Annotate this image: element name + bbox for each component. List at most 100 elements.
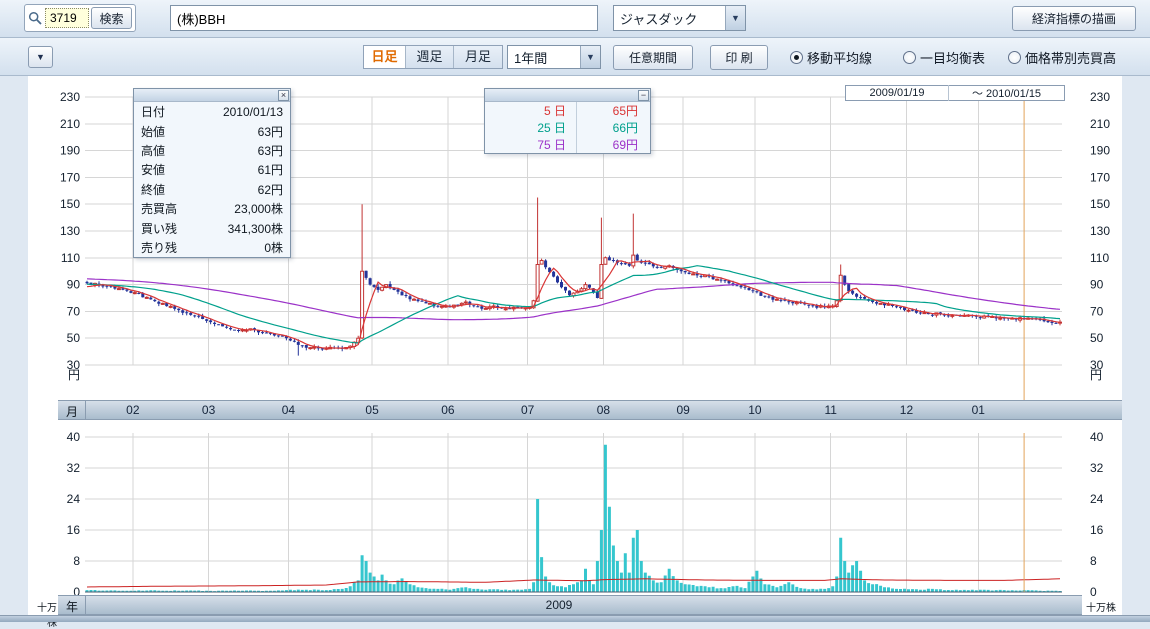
toolbar-chart-options: ▼ 日足 週足 月足 1年間 ▼ 任意期間 印 刷 移動平均線 一目均衡表 価格… (0, 38, 1150, 76)
custom-period-button[interactable]: 任意期間 (613, 45, 693, 70)
svg-text:16: 16 (1090, 523, 1104, 537)
dropdown-arrow-button[interactable]: ▼ (28, 46, 53, 68)
radio-moving-average[interactable]: 移動平均線 (790, 48, 872, 67)
quote-tooltip: × 日付2010/01/13始値63円高値63円安値61円終値62円売買高23,… (133, 88, 291, 258)
svg-text:70: 70 (67, 304, 81, 318)
svg-text:50: 50 (67, 331, 81, 345)
legend-row: 75 日69円 (485, 136, 650, 153)
tab-monthly[interactable]: 月足 (454, 46, 502, 68)
svg-text:110: 110 (1090, 251, 1109, 265)
tooltip-row: 売り残0株 (134, 238, 290, 257)
radio-label: 価格帯別売買高 (1025, 48, 1116, 67)
quote-tooltip-header[interactable]: × (134, 89, 290, 102)
economic-indicator-button[interactable]: 経済指標の描画 (1012, 6, 1136, 31)
tooltip-row: 売買高 23,000株 (134, 199, 290, 218)
ma-legend-header[interactable]: − (485, 89, 650, 102)
svg-text:130: 130 (1090, 224, 1110, 238)
legend-row-value: 66円 (577, 119, 650, 136)
tooltip-row-label: 終値 (141, 181, 165, 198)
month-tick-label: 11 (824, 403, 836, 417)
svg-text:24: 24 (1090, 492, 1104, 506)
timeframe-tab-group: 日足 週足 月足 (363, 45, 503, 69)
print-button[interactable]: 印 刷 (710, 45, 768, 70)
tooltip-row-label: 始値 (141, 123, 165, 140)
legend-row-value: 65円 (577, 102, 650, 119)
year-axis-head: 年 (66, 598, 78, 615)
radio-circle-icon (903, 51, 916, 64)
svg-text:230: 230 (1090, 90, 1110, 104)
month-tick-label: 10 (748, 403, 761, 417)
svg-text:130: 130 (60, 224, 80, 238)
legend-row: 5 日65円 (485, 102, 650, 119)
svg-text:210: 210 (1090, 117, 1110, 131)
volume-unit-right: 十万株 (1086, 599, 1116, 614)
svg-text:230: 230 (60, 90, 80, 104)
month-tick-label: 08 (597, 403, 610, 417)
date-range-to: ～ 2010/01/15 (948, 85, 1064, 101)
tooltip-row: 高値63円 (134, 141, 290, 160)
svg-text:90: 90 (67, 278, 81, 292)
tooltip-row-value: 2010/01/13 (223, 105, 283, 119)
chevron-down-icon[interactable]: ▼ (580, 46, 600, 68)
tooltip-row-value: 63円 (258, 123, 283, 140)
stock-code-input[interactable] (45, 8, 89, 28)
chevron-down-icon[interactable]: ▼ (725, 6, 745, 30)
toolbar-main: 検索 ジャスダック ▼ 経済指標の描画 (0, 0, 1150, 38)
tab-daily[interactable]: 日足 (364, 46, 406, 68)
date-range-to-value: 2010/01/15 (986, 88, 1041, 100)
moving-average-lines (87, 261, 1060, 348)
market-select[interactable]: ジャスダック ▼ (613, 5, 746, 31)
svg-text:150: 150 (60, 197, 80, 211)
month-tick-label: 06 (441, 403, 454, 417)
year-label: 2009 (546, 598, 573, 612)
triangle-down-icon: ▼ (36, 52, 45, 62)
tooltip-row-value: 61円 (258, 161, 283, 178)
tooltip-row-label: 安値 (141, 161, 165, 178)
radio-volume-by-price[interactable]: 価格帯別売買高 (1008, 48, 1116, 67)
month-tick-label: 03 (202, 403, 215, 417)
stock-name-input[interactable] (170, 5, 598, 31)
tooltip-row: 始値 63円 (134, 121, 290, 140)
axis-divider (85, 596, 86, 614)
svg-text:24: 24 (67, 492, 81, 506)
svg-text:110: 110 (61, 251, 80, 265)
svg-text:150: 150 (1090, 197, 1110, 211)
tooltip-row-label: 日付 (141, 103, 165, 120)
chart-panel: 2302302102101901901701701501501301301101… (28, 76, 1122, 615)
tooltip-row-label: 買い残 (141, 220, 177, 237)
svg-text:円: 円 (1090, 368, 1102, 382)
search-button[interactable]: 検索 (91, 7, 132, 29)
month-tick-label: 09 (676, 403, 689, 417)
close-icon[interactable]: × (278, 90, 289, 101)
tooltip-row: 日付 2010/01/13 (134, 102, 290, 121)
radio-ichimoku[interactable]: 一目均衡表 (903, 48, 985, 67)
radio-circle-icon (1008, 51, 1021, 64)
volume-bars (86, 445, 1062, 592)
month-tick-label: 05 (365, 403, 378, 417)
tooltip-row-value: 23,000株 (234, 200, 283, 217)
bottom-edge-bar (0, 615, 1150, 622)
tooltip-row-label: 売買高 (141, 200, 177, 217)
date-range-separator: ～ (972, 88, 983, 100)
svg-text:32: 32 (1090, 461, 1104, 475)
search-icon (28, 11, 43, 26)
svg-text:8: 8 (1090, 554, 1097, 568)
month-tick-label: 12 (900, 403, 913, 417)
svg-text:0: 0 (1090, 585, 1097, 598)
tooltip-row-value: 0株 (264, 239, 283, 256)
svg-text:170: 170 (60, 170, 80, 184)
stock-code-search-group: 検索 (24, 4, 136, 32)
month-axis: 月 020304050607080910111201 (58, 400, 1122, 420)
legend-row-label: 75 日 (485, 136, 577, 153)
month-tick-label: 02 (126, 403, 139, 417)
radio-label: 移動平均線 (807, 48, 872, 67)
stock-chart-app: 検索 ジャスダック ▼ 経済指標の描画 ▼ 日足 週足 月足 1年間 ▼ 任意期… (0, 0, 1150, 622)
axis-divider (85, 401, 86, 419)
minimize-icon[interactable]: − (638, 90, 649, 101)
volume-chart[interactable]: 40403232242416168800 (28, 420, 1122, 598)
legend-row: 25 日66円 (485, 119, 650, 136)
legend-row-value: 69円 (577, 136, 650, 153)
tab-weekly[interactable]: 週足 (406, 46, 454, 68)
svg-text:50: 50 (1090, 331, 1104, 345)
period-select[interactable]: 1年間 ▼ (507, 45, 601, 69)
